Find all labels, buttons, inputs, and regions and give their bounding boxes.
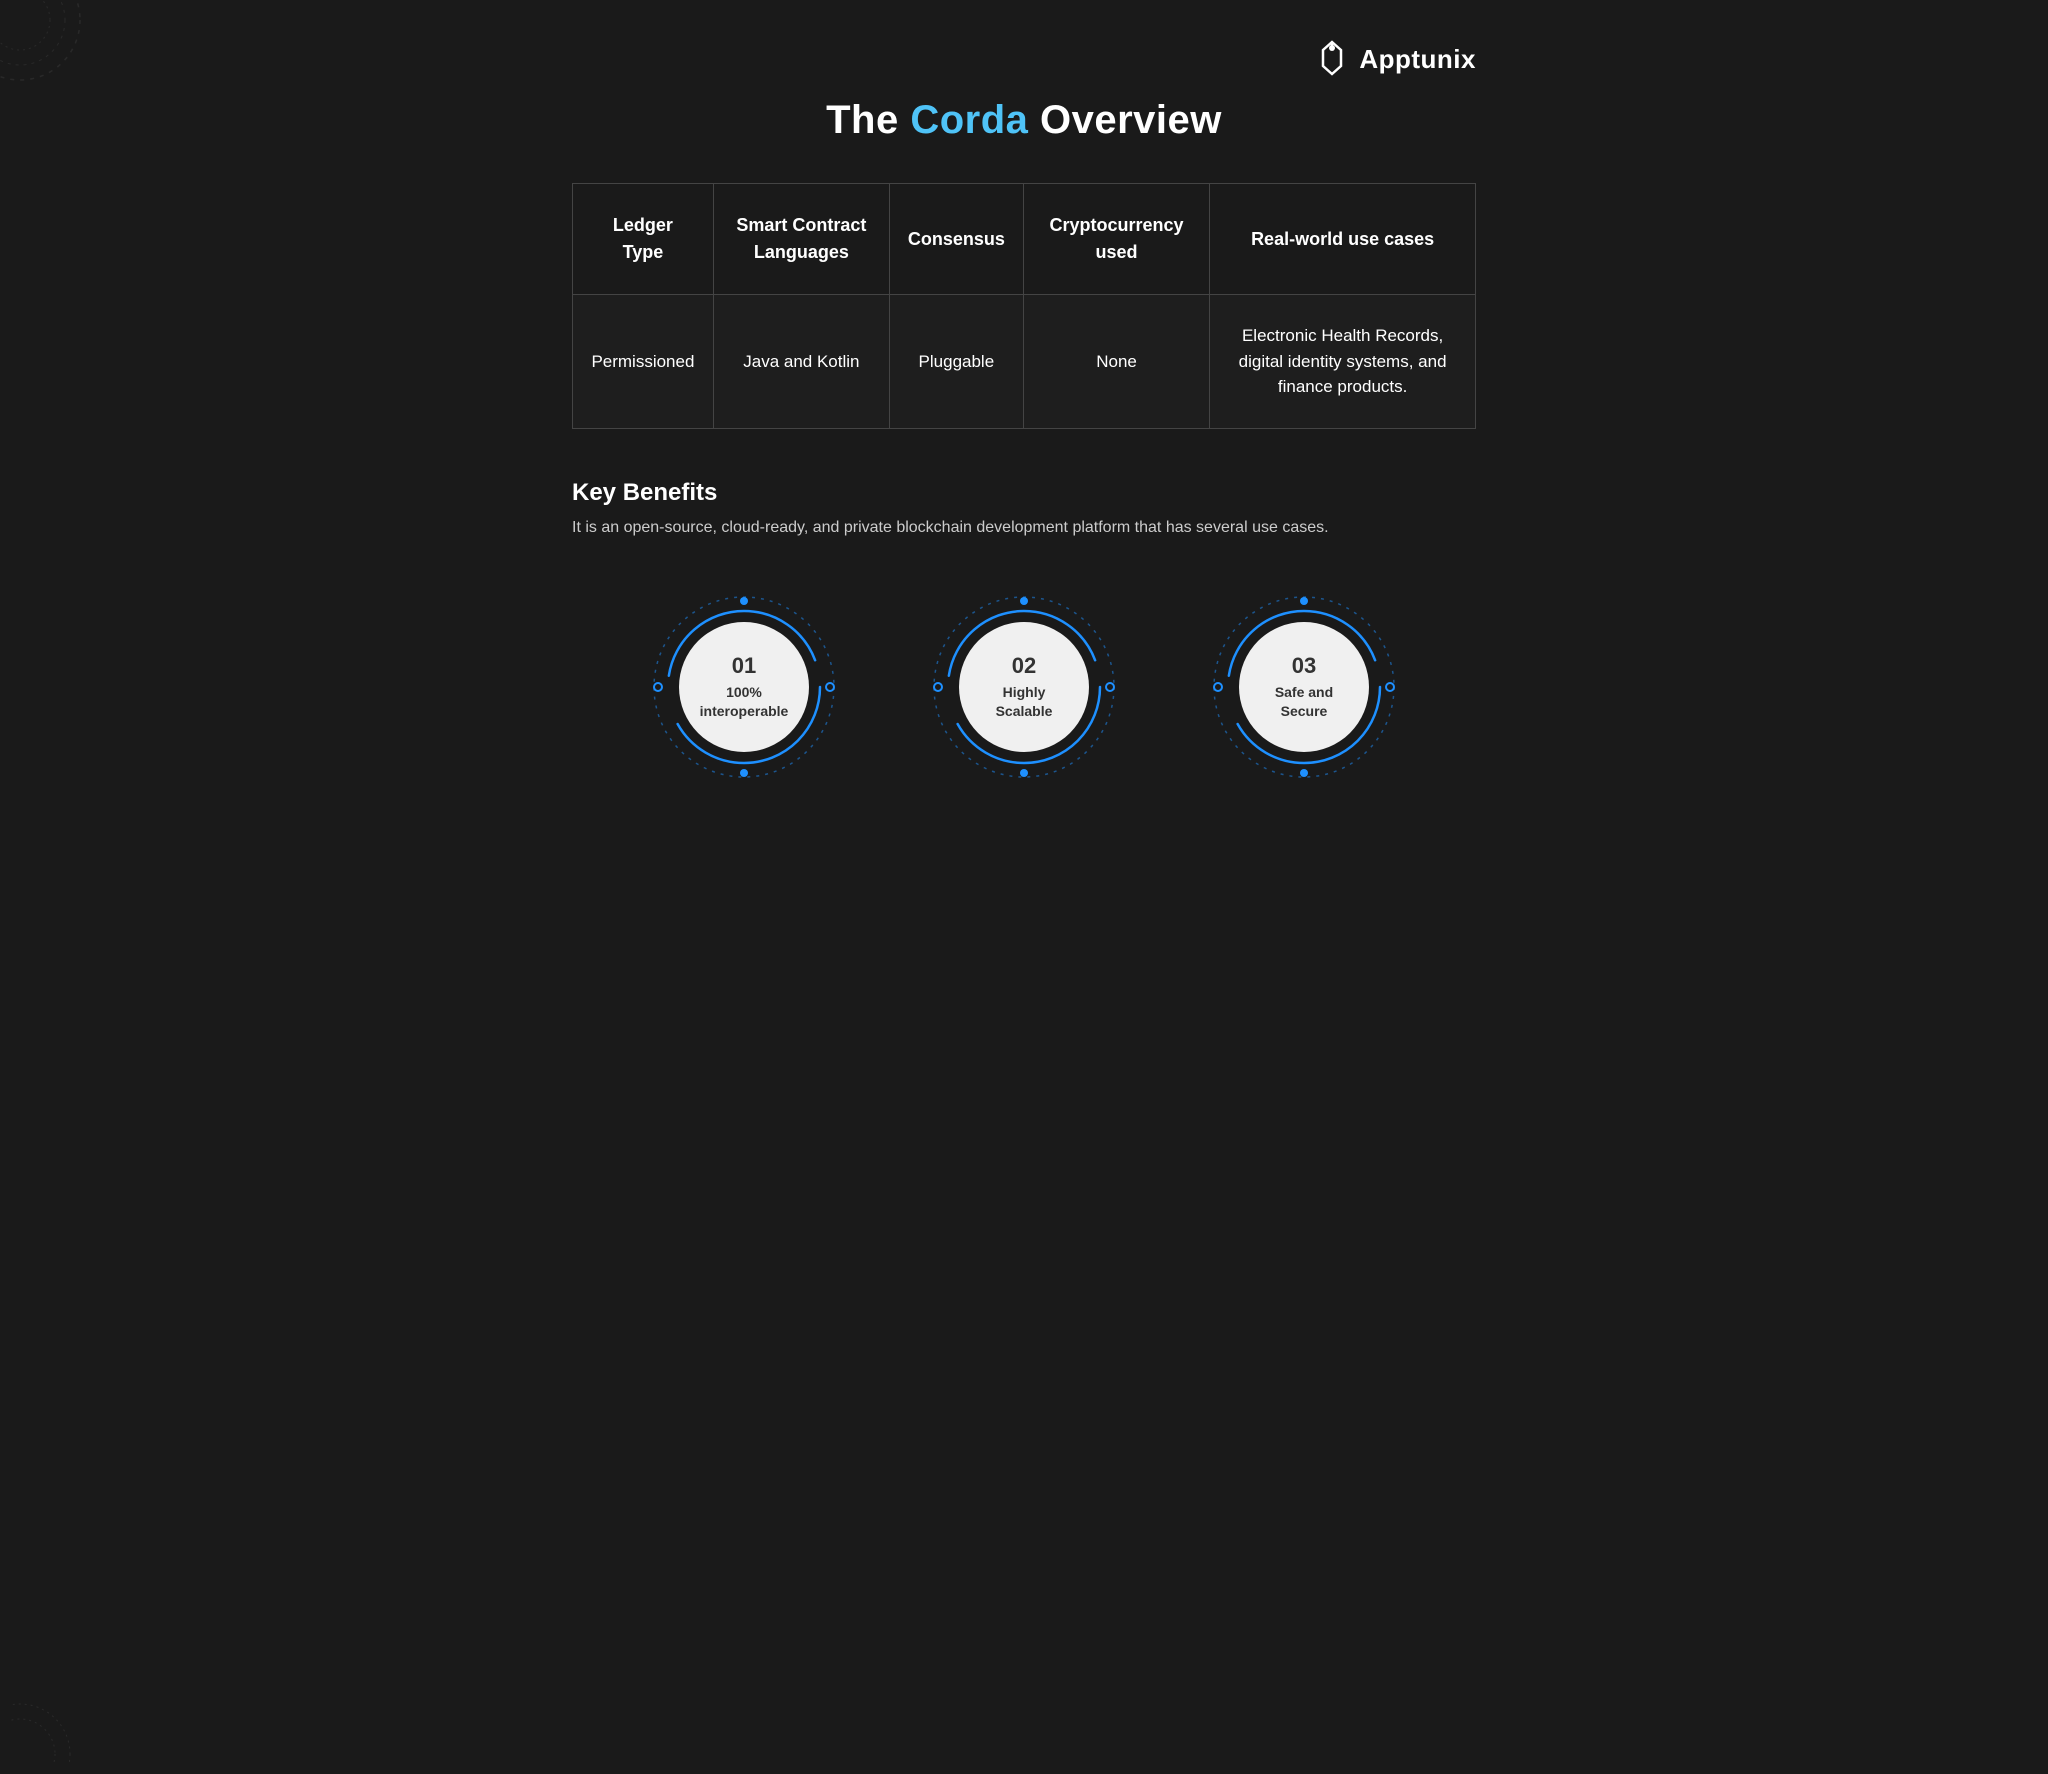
cell-smart-contract: Java and Kotlin: [713, 295, 889, 429]
title-suffix: Overview: [1028, 98, 1222, 142]
key-benefits-title: Key Benefits: [572, 479, 1476, 507]
header: Apptunix: [572, 40, 1476, 78]
circle-inner-1: 01 100%interoperable: [679, 622, 809, 752]
logo: Apptunix: [1313, 40, 1476, 78]
logo-icon: [1313, 40, 1351, 78]
cell-crypto: None: [1023, 295, 1209, 429]
logo-text: Apptunix: [1359, 44, 1476, 75]
benefit-number-3: 03: [1292, 653, 1316, 679]
circle-outer-2: 02 HighlyScalable: [924, 587, 1124, 787]
key-benefits-description: It is an open-source, cloud-ready, and p…: [572, 519, 1476, 537]
cell-consensus: Pluggable: [889, 295, 1023, 429]
benefit-item-3: 03 Safe andSecure: [1204, 587, 1404, 787]
benefit-number-1: 01: [732, 653, 756, 679]
benefit-item-2: 02 HighlyScalable: [924, 587, 1124, 787]
col-header-crypto: Cryptocurrency used: [1023, 184, 1209, 295]
benefit-item-1: 01 100%interoperable: [644, 587, 844, 787]
title-prefix: The: [826, 98, 910, 142]
cell-realworld: Electronic Health Records, digital ident…: [1210, 295, 1476, 429]
benefits-row: 01 100%interoperable: [572, 587, 1476, 787]
circle-inner-2: 02 HighlyScalable: [959, 622, 1089, 752]
col-header-smart: Smart Contract Languages: [713, 184, 889, 295]
page-title: The Corda Overview: [572, 98, 1476, 143]
circle-outer-1: 01 100%interoperable: [644, 587, 844, 787]
col-header-ledger: Ledger Type: [573, 184, 714, 295]
benefit-label-2: HighlyScalable: [996, 683, 1053, 719]
key-benefits-section: Key Benefits It is an open-source, cloud…: [572, 479, 1476, 787]
table-row: Permissioned Java and Kotlin Pluggable N…: [573, 295, 1476, 429]
deco-bottom-left: [10, 1664, 110, 1764]
benefit-number-2: 02: [1012, 653, 1036, 679]
title-highlight: Corda: [910, 98, 1028, 142]
benefit-label-1: 100%interoperable: [700, 683, 789, 719]
col-header-consensus: Consensus: [889, 184, 1023, 295]
overview-table: Ledger Type Smart Contract Languages Con…: [572, 183, 1476, 429]
benefit-label-3: Safe andSecure: [1275, 683, 1333, 719]
table-header-row: Ledger Type Smart Contract Languages Con…: [573, 184, 1476, 295]
col-header-realworld: Real-world use cases: [1210, 184, 1476, 295]
circle-inner-3: 03 Safe andSecure: [1239, 622, 1369, 752]
cell-ledger-type: Permissioned: [573, 295, 714, 429]
circle-outer-3: 03 Safe andSecure: [1204, 587, 1404, 787]
deco-top-left: [0, 0, 120, 120]
